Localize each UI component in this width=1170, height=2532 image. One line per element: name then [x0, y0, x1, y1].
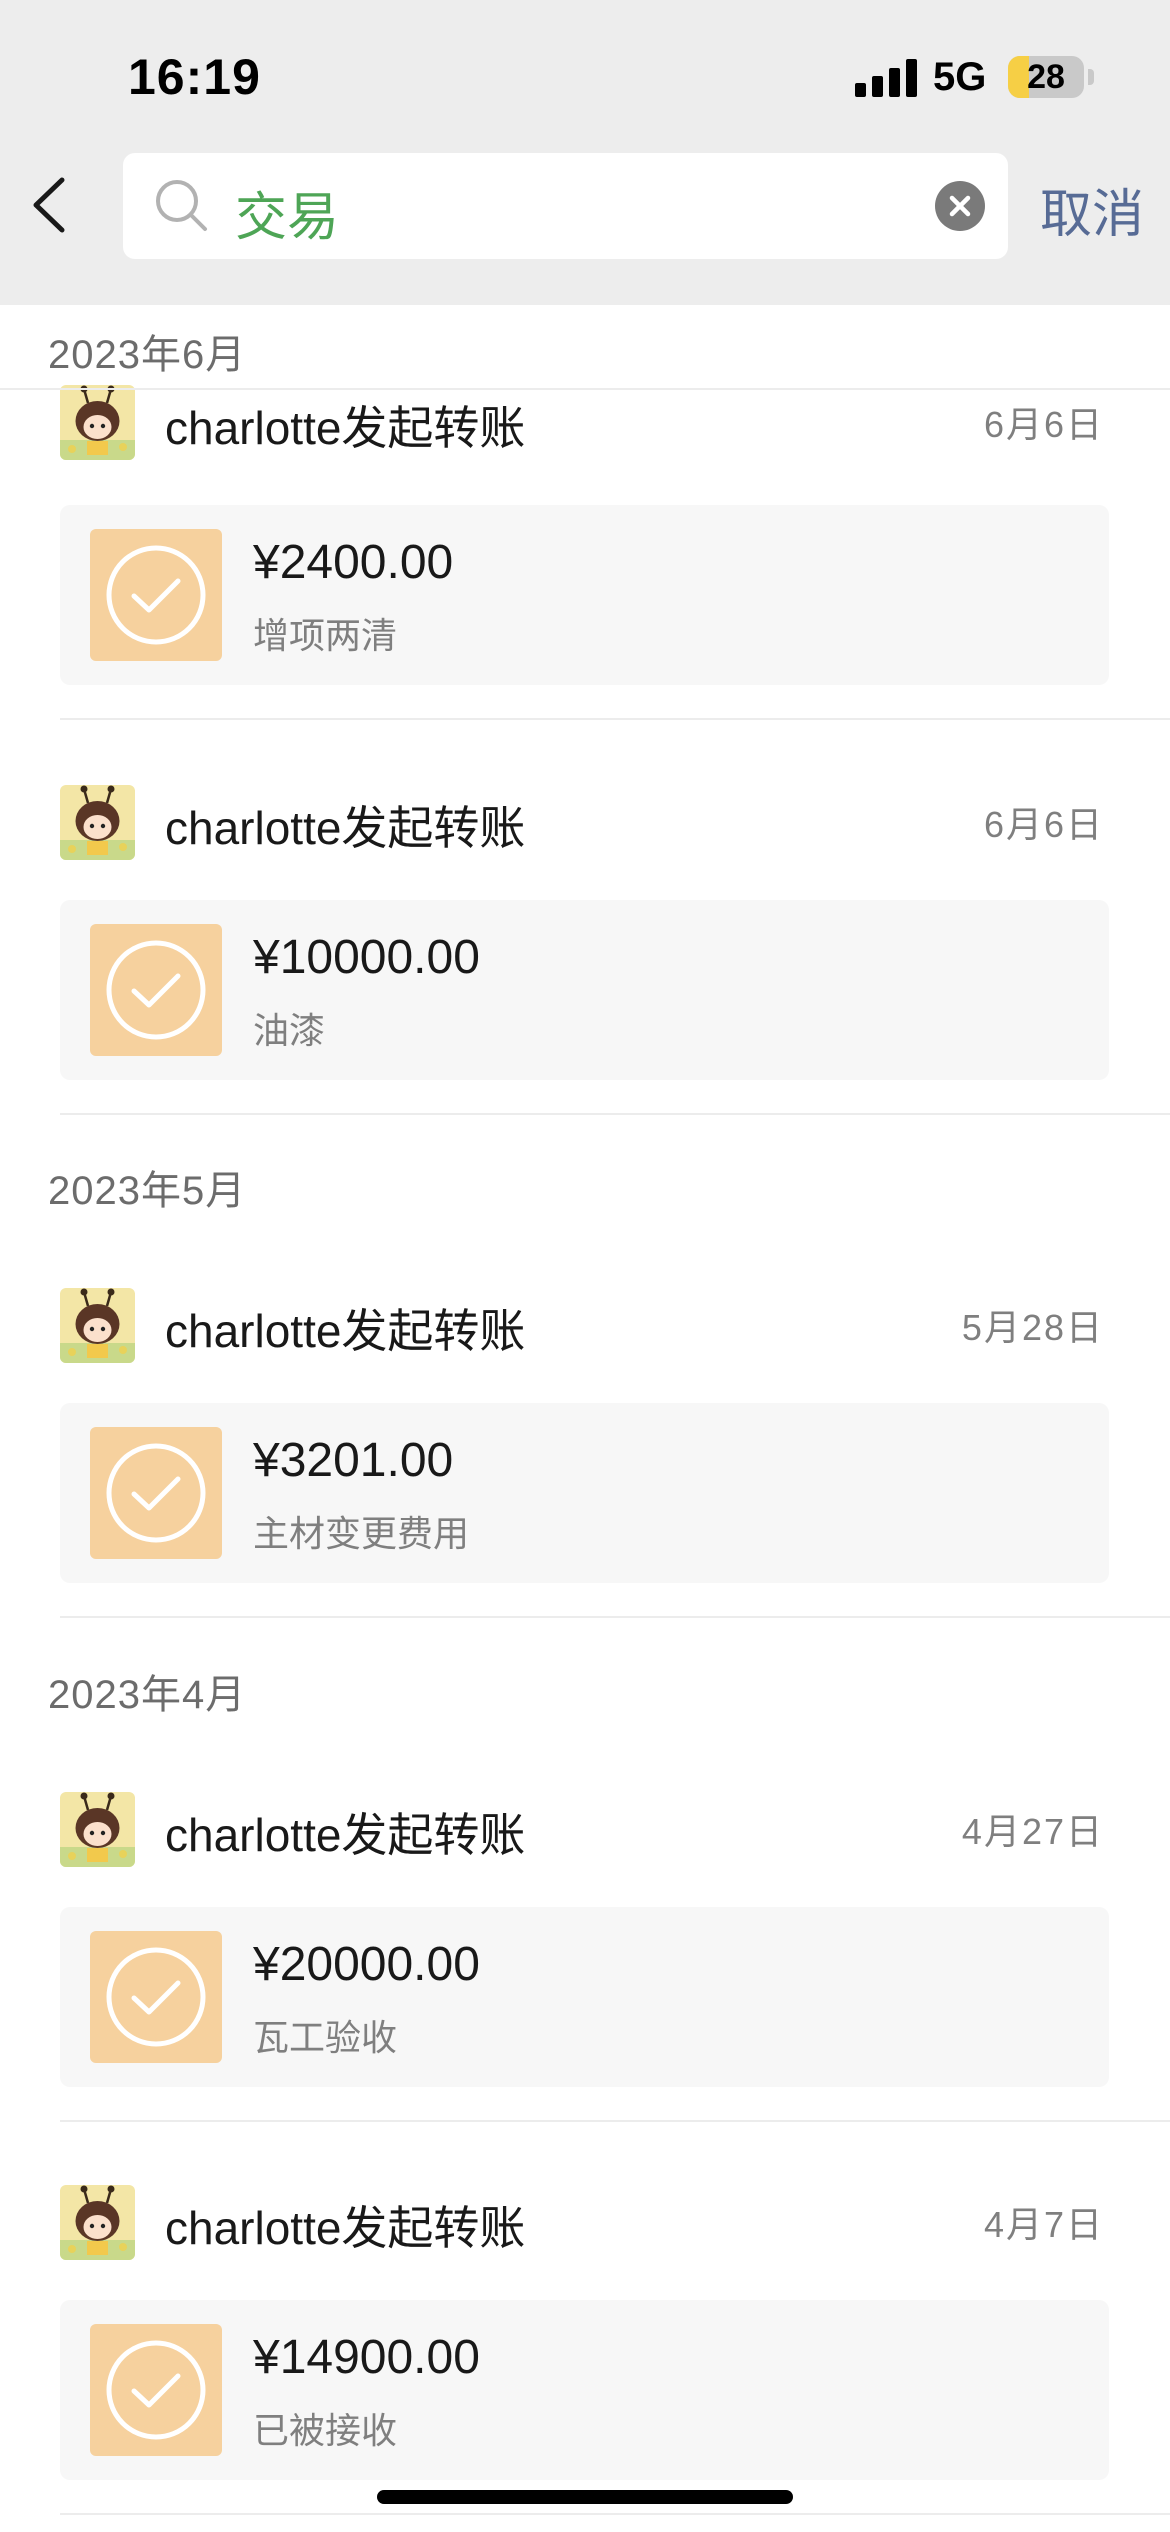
- check-circle-icon: [90, 2324, 222, 2456]
- transfer-note: 瓦工验收: [253, 2017, 398, 2058]
- sticky-month-header: 2023年6月: [48, 333, 247, 377]
- entry-date: 4月7日: [983, 2204, 1104, 2245]
- search-icon: [156, 180, 207, 231]
- entry-date: 6月6日: [983, 404, 1104, 445]
- avatar: [60, 385, 135, 460]
- battery-icon: 28: [1008, 56, 1084, 98]
- signal-icon: [855, 59, 917, 97]
- status-time: 16:19: [128, 49, 261, 105]
- transfer-card[interactable]: ¥3201.00 主材变更费用: [60, 1403, 1109, 1583]
- back-button[interactable]: [18, 170, 88, 240]
- search-query[interactable]: 交易: [235, 175, 339, 250]
- entry-date: 4月27日: [961, 1811, 1104, 1852]
- entry-title: charlotte发起转账: [165, 1809, 526, 1861]
- avatar: [60, 785, 135, 860]
- transfer-note: 油漆: [253, 1010, 326, 1051]
- clear-button[interactable]: [935, 181, 985, 231]
- entry-divider: [60, 2120, 1170, 2122]
- transfer-note: 已被接收: [253, 2410, 398, 2451]
- header: 16:19 5G 28 交易 取消: [0, 0, 1170, 305]
- entry-divider: [60, 2513, 1170, 2515]
- transfer-note: 主材变更费用: [253, 1513, 470, 1554]
- transfer-card[interactable]: ¥10000.00 油漆: [60, 900, 1109, 1080]
- check-circle-icon: [90, 1931, 222, 2063]
- avatar: [60, 2185, 135, 2260]
- transfer-amount: ¥20000.00: [253, 1938, 480, 1991]
- transfer-amount: ¥10000.00: [253, 931, 480, 984]
- entry-title: charlotte发起转账: [165, 1305, 526, 1357]
- check-circle-icon: [90, 924, 222, 1056]
- check-circle-icon: [90, 1427, 222, 1559]
- entry-date: 5月28日: [961, 1307, 1104, 1348]
- check-circle-icon: [90, 529, 222, 661]
- month-header: 2023年4月: [48, 1673, 247, 1717]
- transfer-card[interactable]: ¥14900.00 已被接收: [60, 2300, 1109, 2480]
- month-header: 2023年5月: [48, 1169, 247, 1213]
- entry-date: 6月6日: [983, 804, 1104, 845]
- battery-level: 28: [1027, 58, 1065, 96]
- transfer-note: 增项两清: [253, 615, 398, 656]
- battery-cap: [1088, 69, 1094, 85]
- transfer-amount: ¥2400.00: [253, 536, 454, 589]
- transfer-amount: ¥14900.00: [253, 2331, 480, 2384]
- search-input[interactable]: 交易: [123, 153, 1008, 259]
- transfer-amount: ¥3201.00: [253, 1434, 454, 1487]
- transfer-card[interactable]: ¥2400.00 增项两清: [60, 505, 1109, 685]
- sticky-divider: [0, 388, 1170, 390]
- transfer-card[interactable]: ¥20000.00 瓦工验收: [60, 1907, 1109, 2087]
- chevron-left-icon: [33, 177, 65, 233]
- clear-icon: [949, 195, 971, 217]
- entry-title: charlotte发起转账: [165, 402, 526, 454]
- entry-title: charlotte发起转账: [165, 802, 526, 854]
- entry-divider: [60, 1616, 1170, 1618]
- entry-title: charlotte发起转账: [165, 2202, 526, 2254]
- status-bar: 16:19 5G 28: [0, 0, 1170, 150]
- avatar: [60, 1792, 135, 1867]
- avatar: [60, 1288, 135, 1363]
- network-label: 5G: [933, 55, 987, 99]
- entry-divider: [60, 718, 1170, 720]
- cancel-button[interactable]: 取消: [1040, 172, 1144, 247]
- home-indicator: [377, 2490, 793, 2504]
- entry-divider: [60, 1113, 1170, 1115]
